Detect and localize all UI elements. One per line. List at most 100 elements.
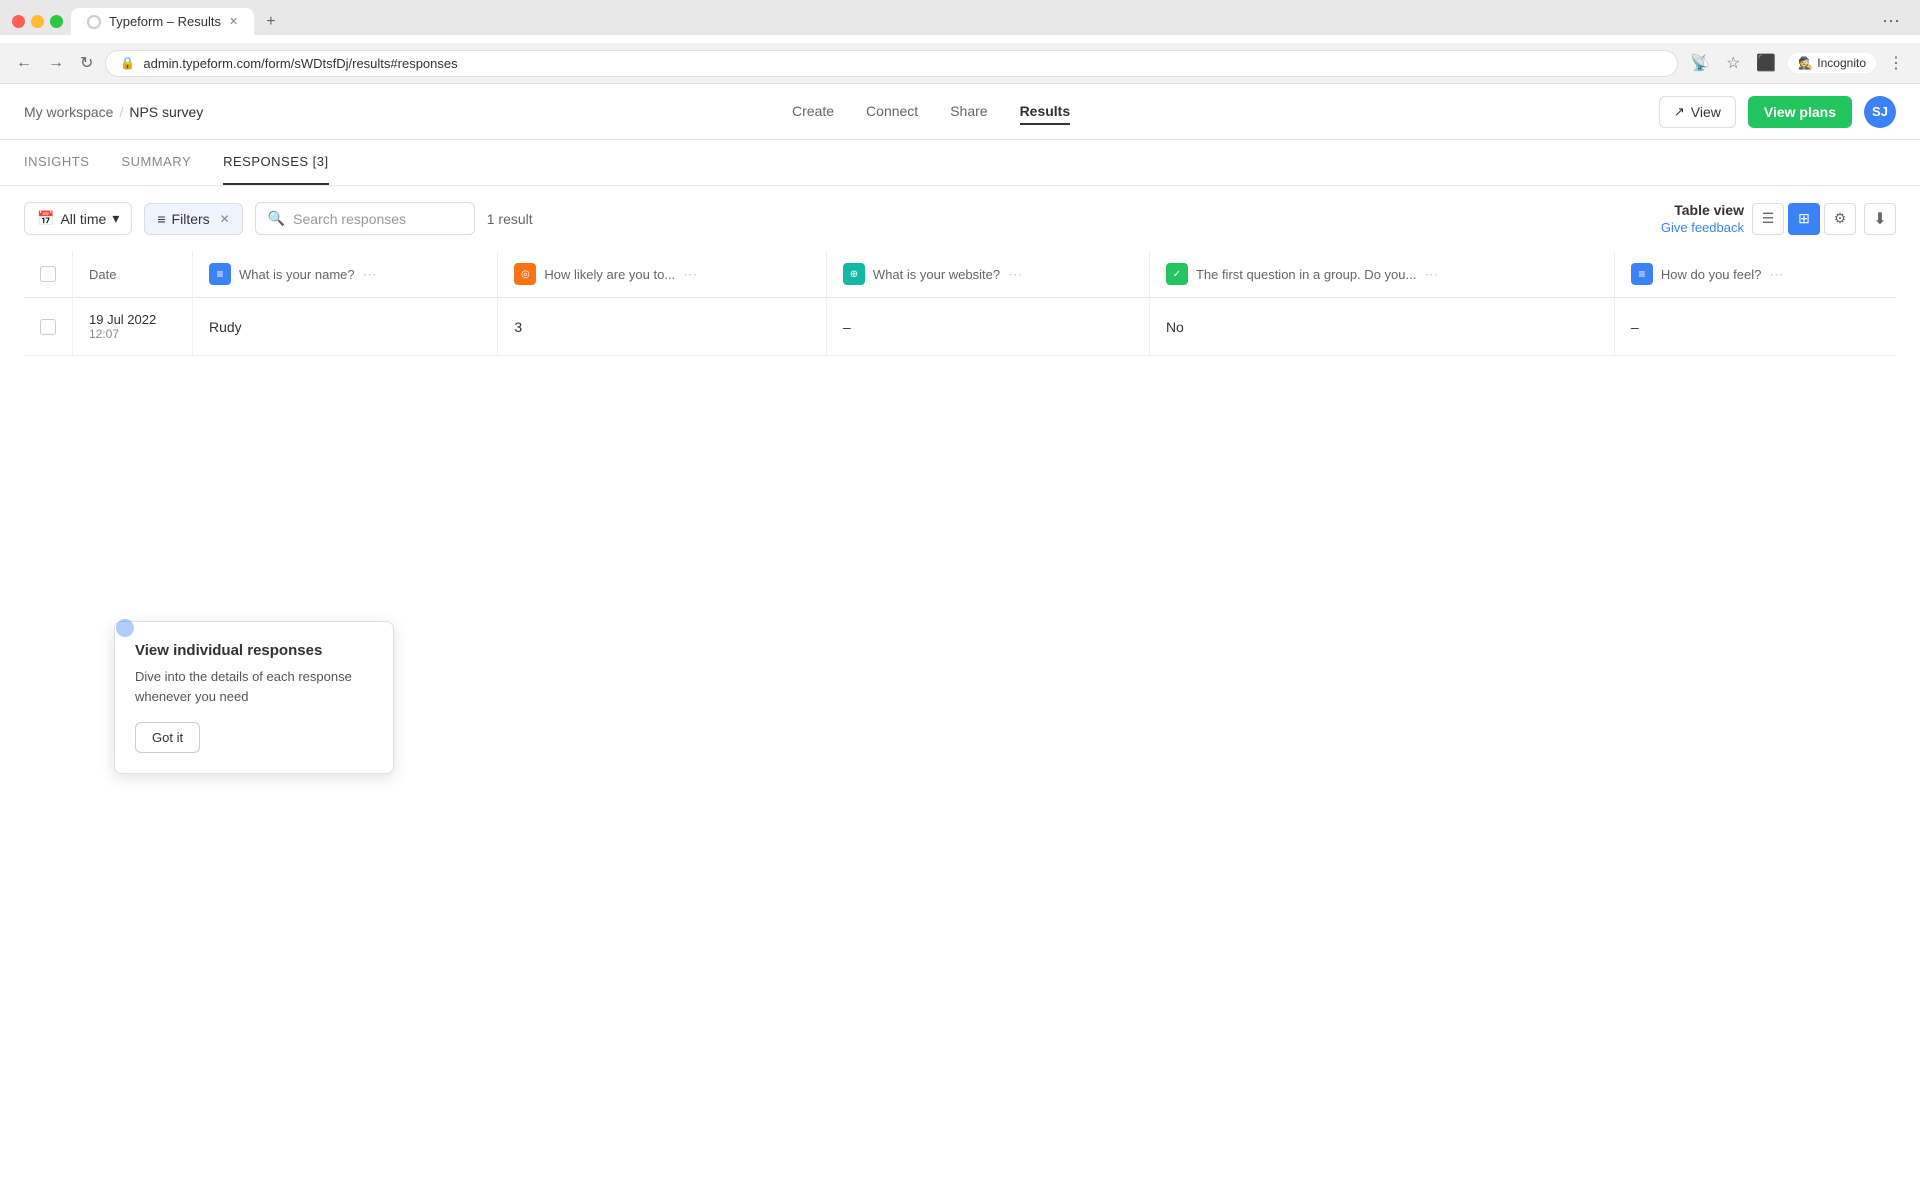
- tab-title: Typeform – Results: [109, 14, 221, 29]
- table-header-row: Date ≡ What is your name? ⋯ ◎ How: [24, 251, 1896, 298]
- incognito-label: Incognito: [1817, 56, 1866, 70]
- give-feedback-link[interactable]: Give feedback: [1661, 220, 1744, 235]
- search-box[interactable]: 🔍 Search responses: [255, 202, 475, 235]
- th-name: ≡ What is your name? ⋯: [193, 251, 498, 298]
- cast-icon[interactable]: 📡: [1686, 49, 1714, 77]
- table-view-button[interactable]: ⊞: [1788, 203, 1820, 235]
- calendar-icon: 📅: [37, 210, 54, 227]
- name-col-icon: ≡: [209, 263, 231, 285]
- date-filter-button[interactable]: 📅 All time ▾: [24, 202, 132, 235]
- likely-col-label: How likely are you to...: [544, 267, 675, 282]
- table-view-section: Table view Give feedback: [1661, 202, 1744, 235]
- download-button[interactable]: ⬇: [1864, 203, 1896, 235]
- th-select-all[interactable]: [24, 251, 73, 298]
- tooltip-description: Dive into the details of each response w…: [135, 667, 373, 706]
- name-col-label: What is your name?: [239, 267, 355, 282]
- forward-button[interactable]: →: [44, 50, 68, 76]
- group-q-col-icon: ✓: [1166, 263, 1188, 285]
- th-feel: ≡ How do you feel? ⋯: [1614, 251, 1896, 298]
- name-col-more-icon[interactable]: ⋯: [363, 266, 377, 283]
- tab-insights[interactable]: INSIGHTS: [24, 140, 89, 185]
- group-q-col-label: The first question in a group. Do you...: [1196, 267, 1416, 282]
- th-group-q: ✓ The first question in a group. Do you.…: [1149, 251, 1614, 298]
- feel-col-more-icon[interactable]: ⋯: [1769, 266, 1783, 283]
- th-website: ⊕ What is your website? ⋯: [826, 251, 1149, 298]
- select-all-checkbox[interactable]: [40, 266, 56, 282]
- new-tab-button[interactable]: +: [258, 9, 283, 35]
- workspace-link[interactable]: My workspace: [24, 104, 113, 120]
- date-col-label: Date: [89, 267, 116, 282]
- list-view-button[interactable]: ☰: [1752, 203, 1784, 235]
- settings-button[interactable]: ⚙: [1824, 203, 1856, 235]
- table-container: Date ≡ What is your name? ⋯ ◎ How: [0, 251, 1920, 1204]
- result-count: 1 result: [487, 211, 533, 227]
- reload-button[interactable]: ↻: [76, 49, 97, 77]
- website-col-more-icon[interactable]: ⋯: [1008, 266, 1022, 283]
- website-col-label: What is your website?: [873, 267, 1000, 282]
- search-icon: 🔍: [268, 210, 285, 227]
- filters-clear-icon[interactable]: ✕: [220, 212, 230, 226]
- browser-toolbar-actions: 📡 ☆ ⬛ 🕵️ Incognito ⋮: [1686, 49, 1908, 77]
- tab-responses[interactable]: RESPONSES [3]: [223, 140, 328, 185]
- view-button[interactable]: ↗ View: [1659, 96, 1736, 128]
- view-plans-button[interactable]: View plans: [1748, 96, 1852, 128]
- group-q-col-more-icon[interactable]: ⋯: [1424, 266, 1438, 283]
- toolbar-right: Table view Give feedback ☰ ⊞ ⚙ ⬇: [1661, 202, 1896, 235]
- row-likely-cell: 3: [498, 298, 827, 356]
- incognito-badge: 🕵️ Incognito: [1788, 53, 1876, 73]
- table-row[interactable]: 19 Jul 2022 12:07 Rudy 3 – No –: [24, 298, 1896, 356]
- nav-share[interactable]: Share: [950, 99, 987, 125]
- nav-create[interactable]: Create: [792, 99, 834, 125]
- traffic-light-yellow[interactable]: [31, 15, 44, 28]
- th-likely: ◎ How likely are you to... ⋯: [498, 251, 827, 298]
- filters-label: Filters: [172, 211, 210, 227]
- row-checkbox-cell[interactable]: [24, 298, 73, 356]
- feel-col-icon: ≡: [1631, 263, 1653, 285]
- breadcrumb-separator: /: [119, 104, 123, 120]
- row-time: 12:07: [89, 327, 176, 341]
- likely-col-icon: ◎: [514, 263, 536, 285]
- external-link-icon: ↗: [1674, 104, 1685, 120]
- responses-toolbar: 📅 All time ▾ ≡ Filters ✕ 🔍 Search respon…: [0, 186, 1920, 251]
- row-website-cell: –: [826, 298, 1149, 356]
- view-controls: ☰ ⊞ ⚙: [1752, 203, 1856, 235]
- toolbar-left: 📅 All time ▾ ≡ Filters ✕ 🔍 Search respon…: [24, 202, 533, 235]
- got-it-button[interactable]: Got it: [135, 722, 200, 753]
- filters-button[interactable]: ≡ Filters ✕: [144, 203, 242, 235]
- extensions-icon[interactable]: ⬛: [1752, 49, 1780, 77]
- address-text: admin.typeform.com/form/sWDtsfDj/results…: [143, 56, 457, 71]
- address-bar[interactable]: 🔒 admin.typeform.com/form/sWDtsfDj/resul…: [105, 50, 1678, 77]
- table-view-label: Table view: [1674, 202, 1744, 218]
- row-name-cell: Rudy: [193, 298, 498, 356]
- incognito-icon: 🕵️: [1798, 56, 1813, 70]
- lock-icon: 🔒: [120, 56, 135, 70]
- likely-col-more-icon[interactable]: ⋯: [683, 266, 697, 283]
- tab-summary[interactable]: SUMMARY: [121, 140, 191, 185]
- th-date: Date: [73, 251, 193, 298]
- view-label: View: [1691, 104, 1721, 120]
- tab-close-icon[interactable]: ✕: [229, 15, 238, 28]
- nav-connect[interactable]: Connect: [866, 99, 918, 125]
- sub-nav: INSIGHTS SUMMARY RESPONSES [3]: [0, 140, 1920, 186]
- row-feel-cell: –: [1614, 298, 1896, 356]
- row-date: 19 Jul 2022: [89, 312, 176, 327]
- avatar[interactable]: SJ: [1864, 96, 1896, 128]
- filter-icon: ≡: [157, 211, 165, 227]
- traffic-light-green[interactable]: [50, 15, 63, 28]
- nav-results[interactable]: Results: [1020, 99, 1071, 125]
- row-checkbox[interactable]: [40, 319, 56, 335]
- website-col-icon: ⊕: [843, 263, 865, 285]
- tab-spinner-icon: [87, 15, 101, 29]
- browser-tab[interactable]: Typeform – Results ✕: [71, 8, 254, 35]
- browser-menu-button[interactable]: ⋮: [1884, 49, 1908, 77]
- responses-table: Date ≡ What is your name? ⋯ ◎ How: [24, 251, 1896, 356]
- traffic-light-red[interactable]: [12, 15, 25, 28]
- nav-actions: ↗ View View plans SJ: [1659, 96, 1896, 128]
- tooltip-title: View individual responses: [135, 642, 373, 659]
- row-date-cell: 19 Jul 2022 12:07: [73, 298, 193, 356]
- bookmark-icon[interactable]: ☆: [1722, 49, 1744, 77]
- back-button[interactable]: ←: [12, 50, 36, 76]
- row-group-q-cell: No: [1149, 298, 1614, 356]
- search-placeholder: Search responses: [293, 211, 406, 227]
- form-name: NPS survey: [129, 104, 203, 120]
